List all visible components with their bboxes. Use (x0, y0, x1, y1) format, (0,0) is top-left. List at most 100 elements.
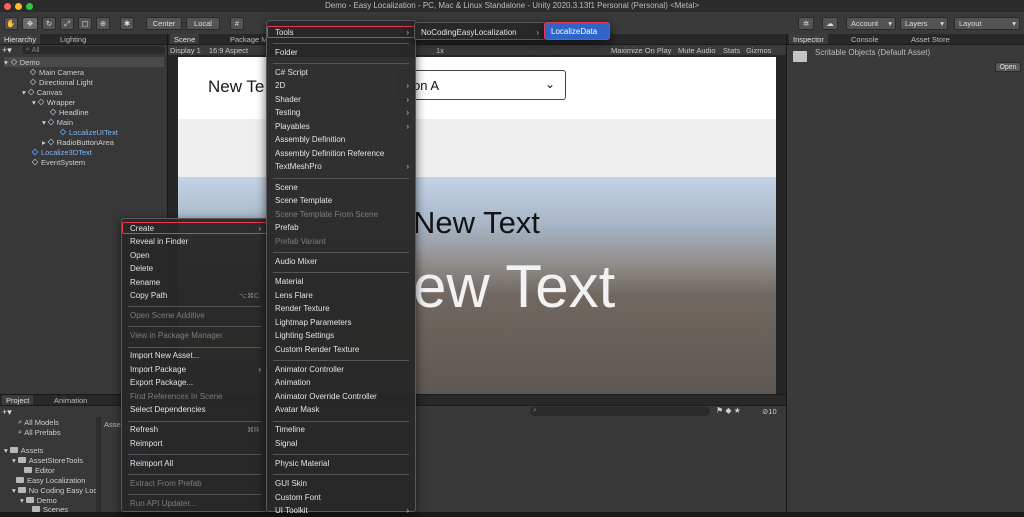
collab-icon[interactable]: ✲ (798, 17, 814, 30)
menu-item-c-script[interactable]: C# Script (267, 66, 415, 78)
filter-icons[interactable]: ⚑ ◆ ★ (716, 406, 741, 415)
menu-item-animation[interactable]: Animation (267, 377, 415, 389)
menu-item-render-texture[interactable]: Render Texture (267, 303, 415, 315)
tab-asset-store[interactable]: Asset Store (907, 34, 954, 44)
menu-item-nocoding-easy-localization[interactable]: NoCodingEasyLocalization › (415, 26, 545, 38)
hierarchy-search-input[interactable]: ⌕ All (21, 46, 165, 54)
menu-item-animator-override-controller[interactable]: Animator Override Controller (267, 390, 415, 402)
menu-item-folder[interactable]: Folder (267, 46, 415, 58)
tab-inspector[interactable]: Inspector (789, 34, 828, 44)
add-icon[interactable]: +▾ (2, 45, 12, 56)
hierarchy-item-canvas[interactable]: ▾ Canvas (22, 87, 62, 97)
menu-item-assembly-definition[interactable]: Assembly Definition (267, 134, 415, 146)
menu-item-lens-flare[interactable]: Lens Flare (267, 289, 415, 301)
menu-item-material[interactable]: Material (267, 276, 415, 288)
favorite-all-models[interactable]: ⌕ All Models (18, 417, 59, 427)
menu-item-reimport[interactable]: Reimport (122, 437, 267, 449)
menu-item-reimport-all[interactable]: Reimport All (122, 458, 267, 470)
project-folder-editor[interactable]: Editor (24, 465, 55, 475)
hidden-packages-count[interactable]: ⊘10 (762, 407, 777, 416)
menu-item-create[interactable]: Create › (122, 222, 267, 234)
menu-item-custom-render-texture[interactable]: Custom Render Texture (267, 343, 415, 355)
hierarchy-item-directional-light[interactable]: Directional Light (29, 77, 93, 87)
project-folder-no-coding[interactable]: ▾ No Coding Easy Loc (12, 485, 97, 495)
menu-item-lightmap-parameters[interactable]: Lightmap Parameters (267, 316, 415, 328)
menu-item-reveal-in-finder[interactable]: Reveal in Finder (122, 236, 267, 248)
tab-hierarchy[interactable]: Hierarchy (0, 34, 41, 44)
pivot-local-button[interactable]: Local (186, 17, 220, 30)
rotate-tool-icon[interactable]: ↻ (42, 17, 56, 30)
open-button[interactable]: Open (995, 62, 1021, 72)
hierarchy-item-event-system[interactable]: EventSystem (31, 157, 85, 167)
project-assets-root[interactable]: ▾ Assets (4, 445, 43, 455)
menu-item-rename[interactable]: Rename (122, 276, 267, 288)
menu-item-tools[interactable]: Tools › (267, 26, 415, 38)
hierarchy-item-demo[interactable]: ▾ Demo (4, 57, 164, 67)
menu-item-scene[interactable]: Scene (267, 181, 415, 193)
transform-tool-icon[interactable]: ⊕ (96, 17, 110, 30)
hierarchy-item-localize-3d-text[interactable]: Localize3DText (31, 147, 92, 157)
stats-toggle[interactable]: Stats (723, 46, 740, 55)
menu-item-delete[interactable]: Delete (122, 263, 267, 275)
menu-item-select-dependencies[interactable]: Select Dependencies (122, 404, 267, 416)
tab-package-manager[interactable]: Package M (226, 34, 272, 44)
menu-item-lighting-settings[interactable]: Lighting Settings (267, 330, 415, 342)
menu-item-custom-font[interactable]: Custom Font (267, 491, 415, 503)
grid-snap-icon[interactable]: # (230, 17, 244, 30)
display-dropdown[interactable]: Display 1 (170, 46, 201, 55)
project-folder-assetstoretools[interactable]: ▾ AssetStoreTools (12, 455, 83, 465)
account-dropdown[interactable]: Account ▾ (846, 17, 896, 30)
menu-item-audio-mixer[interactable]: Audio Mixer (267, 255, 415, 267)
menu-item-prefab[interactable]: Prefab (267, 222, 415, 234)
favorite-all-prefabs[interactable]: ⌕ All Prefabs (18, 427, 61, 437)
project-scrollbar[interactable] (96, 417, 101, 512)
menu-item-textmeshpro[interactable]: TextMeshPro › (267, 161, 415, 173)
hierarchy-item-radio-button-area[interactable]: ▸ RadioButtonArea (42, 137, 114, 147)
menu-item-shader[interactable]: Shader › (267, 93, 415, 105)
project-folder-easy-localization[interactable]: Easy Localization (16, 475, 85, 485)
tab-project[interactable]: Project (2, 395, 34, 405)
menu-item-copy-path[interactable]: Copy Path ⌥⌘C (122, 290, 267, 302)
menu-item-refresh[interactable]: Refresh ⌘R (122, 424, 267, 436)
menu-item-2d[interactable]: 2D › (267, 80, 415, 92)
pivot-center-button[interactable]: Center (146, 17, 182, 30)
project-add-icon[interactable]: +▾ (2, 407, 12, 418)
tab-animation[interactable]: Animation (50, 395, 91, 405)
menu-item-localize-data[interactable]: LocalizeData (545, 25, 609, 37)
menu-item-scene-template[interactable]: Scene Template (267, 195, 415, 207)
menu-item-ui-toolkit[interactable]: UI Toolkit › (267, 505, 415, 517)
hierarchy-item-headline[interactable]: Headline (49, 107, 89, 117)
menu-item-open[interactable]: Open (122, 249, 267, 261)
project-folder-scenes[interactable]: Scenes (32, 504, 68, 514)
aspect-dropdown[interactable]: 16:9 Aspect (209, 46, 248, 55)
menu-item-testing[interactable]: Testing › (267, 107, 415, 119)
menu-item-animator-controller[interactable]: Animator Controller (267, 363, 415, 375)
hierarchy-item-wrapper[interactable]: ▾ Wrapper (32, 97, 75, 107)
tab-lighting[interactable]: Lighting (56, 34, 90, 44)
mute-audio-toggle[interactable]: Mute Audio (678, 46, 716, 55)
menu-item-export-package[interactable]: Export Package... (122, 377, 267, 389)
menu-item-import-package[interactable]: Import Package › (122, 363, 267, 375)
move-tool-icon[interactable]: ✥ (22, 17, 38, 30)
menu-item-physic-material[interactable]: Physic Material (267, 458, 415, 470)
menu-item-avatar-mask[interactable]: Avatar Mask (267, 404, 415, 416)
cloud-icon[interactable]: ☁ (822, 17, 838, 30)
hierarchy-item-main-camera[interactable]: Main Camera (29, 67, 84, 77)
rect-tool-icon[interactable]: ▢ (78, 17, 92, 30)
hierarchy-item-main[interactable]: ▾ Main (42, 117, 73, 127)
menu-item-timeline[interactable]: Timeline (267, 424, 415, 436)
project-search-input[interactable]: ⌕ (530, 407, 710, 416)
tab-console[interactable]: Console (847, 34, 883, 44)
menu-item-import-new-asset[interactable]: Import New Asset... (122, 350, 267, 362)
hand-tool-icon[interactable]: ✋ (4, 17, 18, 30)
menu-item-assembly-definition-reference[interactable]: Assembly Definition Reference (267, 147, 415, 159)
layout-dropdown[interactable]: Layout ▾ (954, 17, 1020, 30)
tab-scene[interactable]: Scene (170, 34, 200, 44)
menu-item-gui-skin[interactable]: GUI Skin (267, 478, 415, 490)
maximize-on-play-toggle[interactable]: Maximize On Play (611, 46, 671, 55)
hierarchy-item-localize-ui-text[interactable]: LocalizeUIText (59, 127, 118, 137)
layers-dropdown[interactable]: Layers ▾ (900, 17, 948, 30)
scale-tool-icon[interactable]: ⤢ (60, 17, 74, 30)
menu-item-signal[interactable]: Signal (267, 437, 415, 449)
menu-item-playables[interactable]: Playables › (267, 120, 415, 132)
